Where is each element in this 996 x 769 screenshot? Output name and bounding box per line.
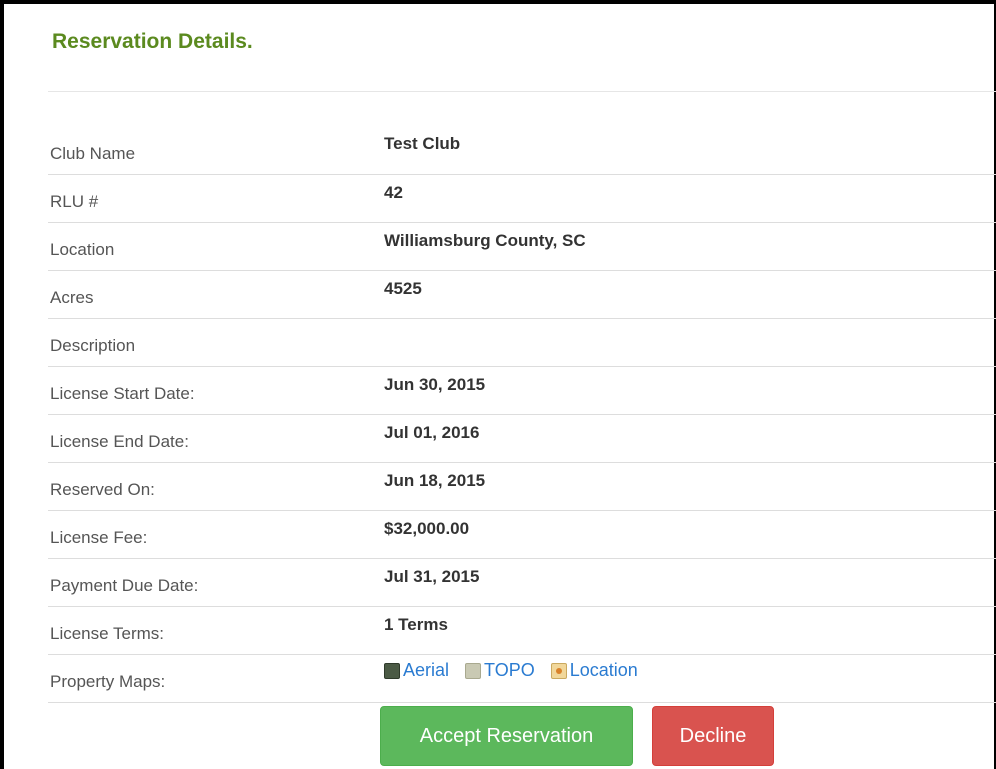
decline-button[interactable]: Decline: [652, 706, 774, 766]
location-map-link[interactable]: Location: [550, 660, 638, 681]
detail-label: Reserved On:: [50, 480, 155, 499]
detail-value: 1 Terms: [384, 615, 448, 634]
detail-label: Description: [50, 336, 136, 355]
detail-row-description: Description: [48, 319, 996, 367]
accept-reservation-button[interactable]: Accept Reservation: [380, 706, 633, 766]
detail-label: License Start Date:: [50, 384, 195, 403]
detail-row-license-end: License End Date: Jul 01, 2016: [48, 415, 996, 463]
detail-row-club-name: Club Name Test Club: [48, 125, 996, 175]
detail-value: $32,000.00: [384, 519, 470, 538]
detail-value: 4525: [384, 279, 422, 298]
aerial-map-icon: [384, 662, 400, 679]
location-map-icon: [550, 662, 567, 679]
detail-row-acres: Acres 4525: [48, 271, 996, 319]
title-divider: [48, 91, 996, 92]
detail-label: RLU #: [50, 192, 99, 211]
detail-row-license-fee: License Fee: $32,000.00: [48, 511, 996, 559]
topo-map-icon: [465, 662, 482, 679]
detail-row-rlu: RLU # 42: [48, 175, 996, 223]
topo-map-link[interactable]: TOPO: [465, 660, 535, 681]
detail-row-property-maps: Property Maps: Aerial TOPO Location: [48, 655, 996, 703]
reservation-details-panel: Reservation Details. Club Name Test Club…: [48, 0, 996, 769]
detail-value: Jul 31, 2015: [384, 567, 480, 586]
aerial-map-label: Aerial: [403, 660, 450, 680]
detail-row-license-start: License Start Date: Jun 30, 2015: [48, 367, 996, 415]
detail-label: Location: [50, 240, 115, 259]
detail-value: Test Club: [384, 134, 461, 153]
detail-value: Jul 01, 2016: [384, 423, 480, 442]
detail-value: Jun 18, 2015: [384, 471, 486, 490]
detail-value: Williamsburg County, SC: [384, 231, 586, 250]
aerial-map-link[interactable]: Aerial: [384, 660, 449, 681]
panel-title: Reservation Details.: [52, 30, 253, 53]
detail-label: Property Maps:: [50, 672, 166, 691]
detail-value: Jun 30, 2015: [384, 375, 486, 394]
detail-value: 42: [384, 183, 403, 202]
topo-map-label: TOPO: [484, 660, 535, 680]
detail-label: Acres: [50, 288, 94, 307]
details-table: Club Name Test Club RLU # 42 Location Wi…: [48, 125, 996, 703]
detail-row-reserved-on: Reserved On: Jun 18, 2015: [48, 463, 996, 511]
property-map-links: Aerial TOPO Location: [384, 660, 654, 681]
detail-label: License Fee:: [50, 528, 148, 547]
detail-row-license-terms: License Terms: 1 Terms: [48, 607, 996, 655]
detail-label: License Terms:: [50, 624, 165, 643]
detail-label: Payment Due Date:: [50, 576, 199, 595]
detail-row-location: Location Williamsburg County, SC: [48, 223, 996, 271]
detail-label: License End Date:: [50, 432, 189, 451]
location-map-label: Location: [569, 660, 638, 680]
detail-label: Club Name: [50, 144, 136, 163]
detail-row-payment-due: Payment Due Date: Jul 31, 2015: [48, 559, 996, 607]
